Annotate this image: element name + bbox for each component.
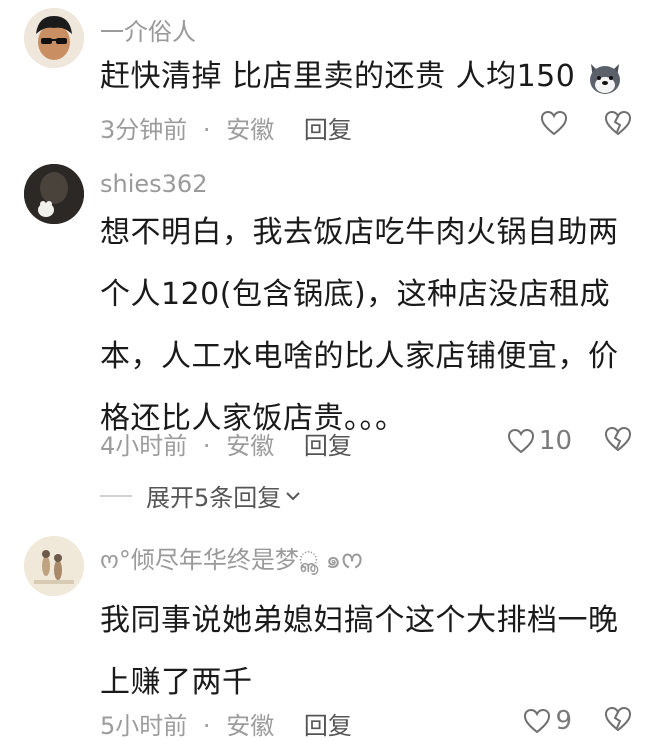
heart-icon — [507, 428, 535, 454]
like-count: 9 — [555, 706, 572, 736]
reply-button[interactable]: 回复 — [304, 432, 352, 460]
comment-text-line: 本，人工水电啥的比人家店铺便宜，价 — [100, 339, 619, 374]
comment-text: 赶快清掉 比店里卖的还贵 人均150 — [100, 46, 640, 108]
comment-region: 安徽 — [226, 432, 275, 460]
broken-heart-icon — [604, 426, 632, 452]
comment-text-line: 想不明白，我去饭店吃牛肉火锅自助两 — [100, 215, 619, 250]
comment-region: 安徽 — [226, 116, 275, 144]
reply-button[interactable]: 回复 — [304, 116, 352, 144]
comment-meta: 3分钟前 · 安徽 回复 — [100, 110, 352, 145]
dislike-button[interactable] — [604, 110, 632, 136]
broken-heart-icon — [604, 706, 632, 732]
chevron-down-icon — [285, 490, 301, 502]
comment-username[interactable]: shies362 — [100, 170, 207, 198]
expand-replies-label: 展开5条回复 — [146, 484, 282, 512]
comment-region: 安徽 — [226, 712, 275, 740]
like-count: 10 — [538, 426, 572, 456]
meta-separator: · — [202, 712, 211, 740]
husky-dog-emoji-icon — [585, 58, 625, 98]
like-button[interactable]: 9 — [523, 706, 572, 736]
avatar[interactable] — [24, 8, 84, 68]
divider — [100, 494, 132, 497]
heart-icon — [523, 708, 551, 734]
dislike-button[interactable] — [604, 706, 632, 732]
comment-time: 3分钟前 — [100, 116, 188, 144]
expand-replies-button[interactable]: 展开5条回复 — [100, 478, 301, 513]
comment-text-line: 我同事说她弟媳妇搞个这个大排档一晚 — [100, 603, 619, 638]
like-button[interactable] — [540, 110, 572, 136]
avatar[interactable] — [24, 536, 84, 596]
like-button[interactable]: 10 — [507, 426, 572, 456]
comment-username[interactable]: ო°倾尽年华终是梦ൣ ๑ᰔ — [100, 540, 363, 579]
meta-separator: · — [202, 432, 211, 460]
comment-text-content: 赶快清掉 比店里卖的还贵 人均150 — [100, 59, 576, 94]
heart-icon — [540, 110, 568, 136]
comment-text: 我同事说她弟媳妇搞个这个大排档一晚 上赚了两千 — [100, 590, 640, 714]
comment-time: 4小时前 — [100, 432, 188, 460]
reply-button[interactable]: 回复 — [304, 712, 352, 740]
meta-separator: · — [202, 116, 211, 144]
comment-meta: 4小时前 · 安徽 回复 — [100, 426, 352, 461]
avatar[interactable] — [24, 164, 84, 224]
dislike-button[interactable] — [604, 426, 632, 452]
comment-text-line: 个人120(包含锅底)，这种店没店租成 — [100, 277, 611, 312]
comment-text-line: 上赚了两千 — [100, 665, 253, 700]
broken-heart-icon — [604, 110, 632, 136]
comment-time: 5小时前 — [100, 712, 188, 740]
comment-text: 想不明白，我去饭店吃牛肉火锅自助两 个人120(包含锅底)，这种店没店租成 本，… — [100, 202, 640, 450]
comment-username[interactable]: 一介俗人 — [100, 12, 196, 47]
